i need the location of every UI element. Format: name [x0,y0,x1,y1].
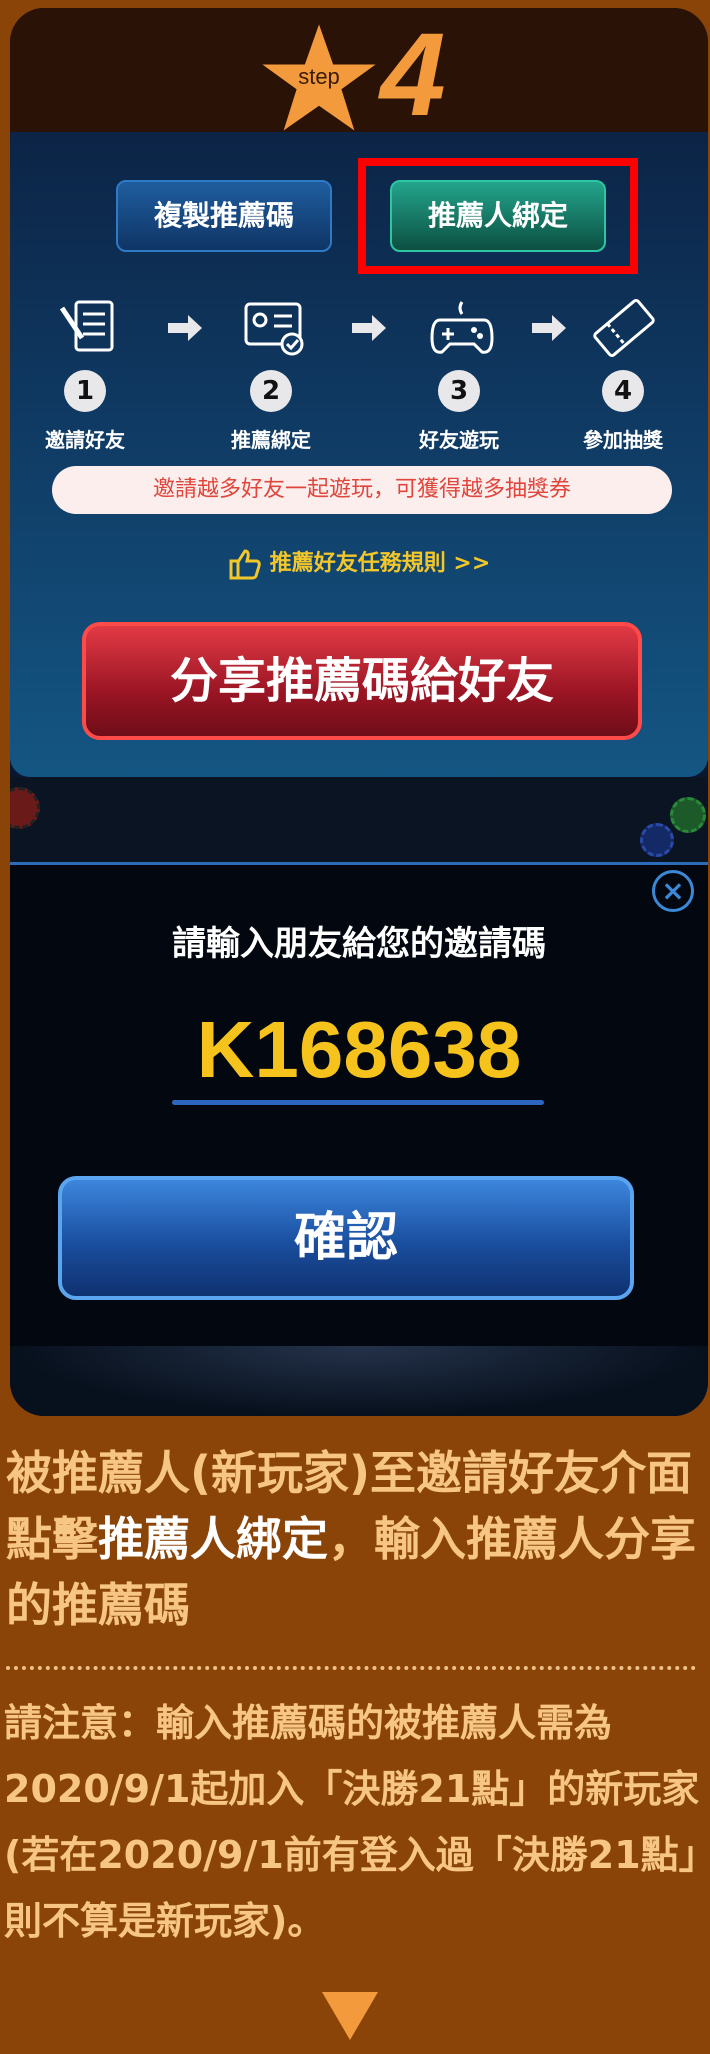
rules-link[interactable]: 推薦好友任務規則 >> [10,544,708,584]
id-card-check-icon [244,302,304,356]
step-number-2: 2 [250,370,292,412]
arrow-right-icon [168,315,202,341]
step-number: 4 [380,9,446,141]
arrow-right-icon [532,315,566,341]
step-label-4: 參加抽獎 [583,428,663,452]
highlight-box [358,158,638,274]
step-label: step [298,64,340,89]
description-text: 被推薦人(新玩家)至邀請好友介面點擊推薦人綁定，輸入推薦人分享的推薦碼 [6,1440,706,1638]
down-arrow-icon [322,1992,378,2040]
confirm-button[interactable]: 確認 [58,1176,634,1300]
copy-code-button[interactable]: 複製推薦碼 [116,180,332,252]
thumbs-up-icon [229,549,261,580]
step-number-4: 4 [602,370,644,412]
game-table-background [10,777,708,862]
dialog-title: 請輸入朋友給您的邀請碼 [172,924,546,964]
input-underline [172,1100,544,1105]
note-text: 請注意：輸入推薦碼的被推薦人需為2020/9/1起加入「決勝21點」的新玩家(若… [4,1701,700,1943]
share-code-button[interactable]: 分享推薦碼給好友 [82,622,642,740]
dotted-divider [6,1666,696,1670]
step-label-3: 好友遊玩 [419,428,499,452]
table-bottom [10,1346,708,1416]
step-number-3: 3 [438,370,480,412]
arrow-right-icon [352,315,386,341]
step-number-1: 1 [64,370,106,412]
step-label-2: 推薦綁定 [231,428,311,452]
reward-banner: 邀請越多好友一起遊玩，可獲得越多抽獎券 [52,466,672,514]
screenshot-card: step 4 複製推薦碼 推薦人綁定 1 2 3 4 邀請好友 推薦綁定 好友遊… [10,8,708,1416]
gamepad-icon [430,301,494,354]
ticket-icon [593,299,655,357]
rules-link-text: 推薦好友任務規則 >> [269,551,491,576]
close-icon[interactable]: × [652,870,694,912]
document-pen-icon [59,300,114,352]
description-highlight: 推薦人綁定 [98,1512,328,1566]
step-label-1: 邀請好友 [45,428,125,452]
invite-code-input[interactable]: K168638 [10,1004,708,1096]
step-header: step 4 [10,8,708,140]
